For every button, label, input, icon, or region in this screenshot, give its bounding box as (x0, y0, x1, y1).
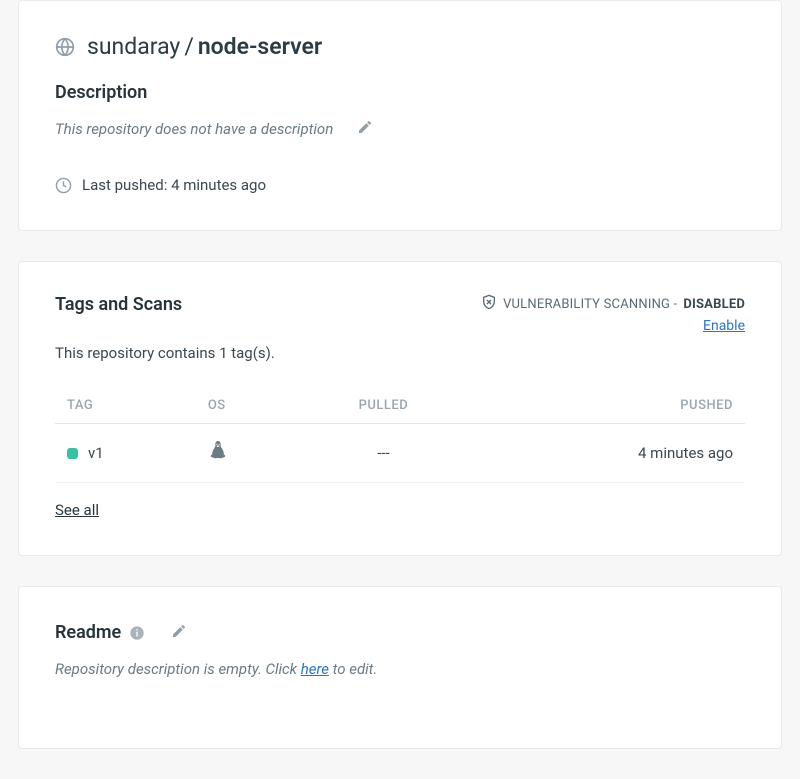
globe-icon (55, 37, 75, 57)
col-os: OS (196, 388, 298, 424)
tag-status-dot (67, 448, 78, 459)
see-all-link[interactable]: See all (55, 501, 99, 519)
cell-os (196, 424, 298, 483)
description-row: This repository does not have a descript… (55, 115, 745, 142)
edit-readme-button[interactable] (167, 619, 191, 646)
edit-description-button[interactable] (353, 115, 377, 142)
readme-empty-text: Repository description is empty. Click h… (55, 660, 745, 678)
repo-header-card: sundaray/node-server Description This re… (18, 0, 782, 231)
last-pushed-label: Last pushed: 4 minutes ago (82, 176, 266, 194)
repo-name[interactable]: node-server (198, 33, 322, 60)
tag-name: v1 (88, 444, 104, 462)
repo-title-row: sundaray/node-server (55, 33, 745, 60)
pencil-icon (357, 119, 373, 138)
cell-pushed: 4 minutes ago (469, 424, 745, 483)
readme-card: Readme Repository description is empty. … (18, 586, 782, 749)
clock-icon (55, 177, 72, 194)
info-icon[interactable] (129, 625, 145, 641)
vulnerability-status-line: VULNERABILITY SCANNING - DISABLED (481, 294, 745, 314)
shield-icon (481, 294, 497, 314)
tags-table: TAG OS PULLED PUSHED v1 (55, 388, 745, 483)
last-pushed-row: Last pushed: 4 minutes ago (55, 176, 745, 194)
table-header-row: TAG OS PULLED PUSHED (55, 388, 745, 424)
readme-empty-suffix: to edit. (329, 660, 377, 678)
vulnerability-block: VULNERABILITY SCANNING - DISABLED Enable (481, 294, 745, 334)
linux-icon (208, 440, 228, 462)
tags-count: This repository contains 1 tag(s). (55, 344, 745, 362)
path-slash: / (184, 33, 194, 60)
col-tag: TAG (55, 388, 196, 424)
readme-title: Readme (55, 622, 121, 643)
cell-pulled: --- (298, 424, 469, 483)
description-placeholder: This repository does not have a descript… (55, 120, 333, 138)
tags-header: Tags and Scans VULNERABILITY SCANNING - … (55, 294, 745, 334)
readme-header: Readme (55, 619, 745, 646)
table-row[interactable]: v1 --- 4 minutes ago (55, 424, 745, 483)
description-heading: Description (55, 82, 745, 103)
col-pushed: PUSHED (469, 388, 745, 424)
vulnerability-status: DISABLED (683, 297, 745, 312)
repo-path: sundaray/node-server (87, 33, 322, 60)
readme-empty-prefix: Repository description is empty. Click (55, 660, 301, 678)
col-pulled: PULLED (298, 388, 469, 424)
tags-title: Tags and Scans (55, 294, 182, 315)
tags-card: Tags and Scans VULNERABILITY SCANNING - … (18, 261, 782, 556)
enable-scanning-link[interactable]: Enable (703, 318, 745, 334)
readme-here-link[interactable]: here (301, 660, 329, 678)
cell-tag: v1 (55, 424, 196, 483)
repo-owner[interactable]: sundaray (87, 33, 180, 60)
vulnerability-label: VULNERABILITY SCANNING - (503, 297, 677, 312)
pencil-icon (171, 623, 187, 642)
